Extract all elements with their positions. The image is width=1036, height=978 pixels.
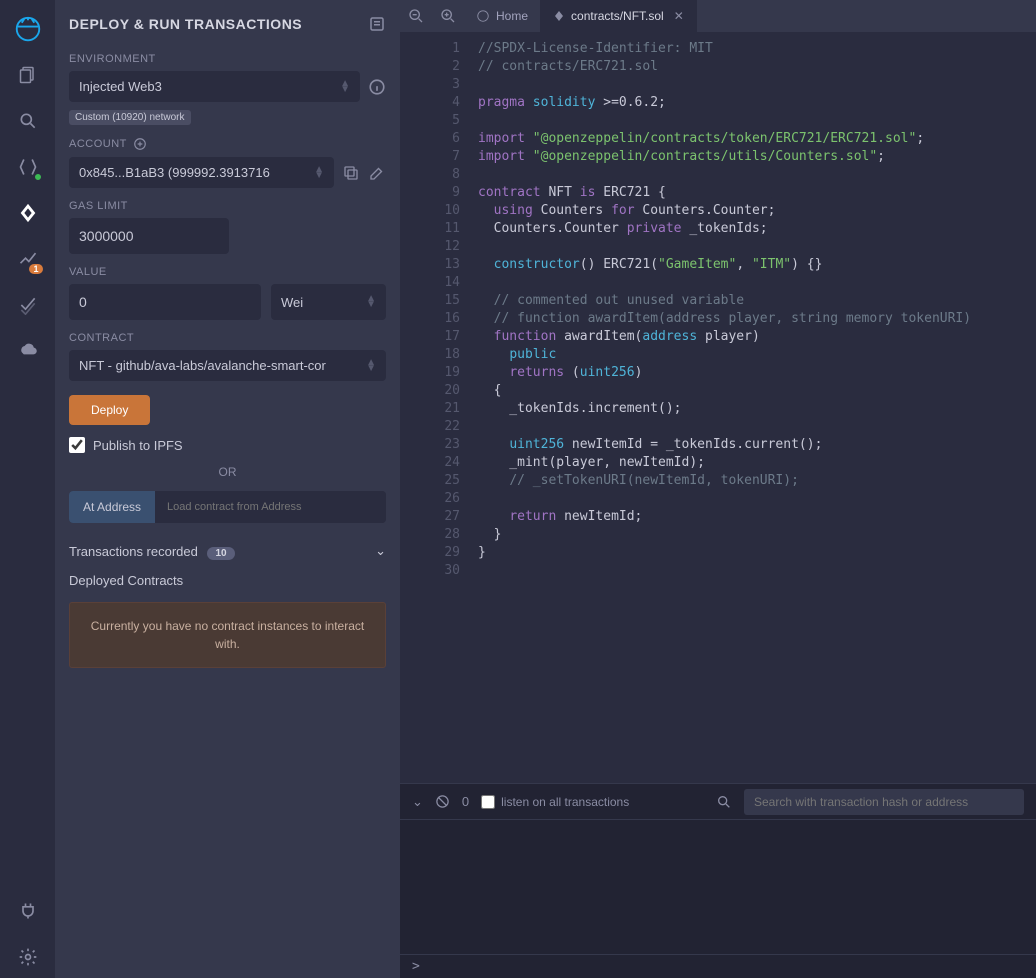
line-gutter: 1234567891011121314151617181920212223242… bbox=[400, 32, 478, 783]
environment-label: ENVIRONMENT bbox=[69, 53, 386, 65]
contract-label: CONTRACT bbox=[69, 332, 386, 344]
tab-file-nft[interactable]: contracts/NFT.sol ✕ bbox=[541, 0, 697, 32]
deployed-contracts-title: Deployed Contracts bbox=[69, 573, 386, 588]
compiler-icon[interactable] bbox=[7, 146, 49, 188]
gas-limit-label: GAS LIMIT bbox=[69, 200, 386, 212]
panel-menu-icon[interactable] bbox=[368, 15, 386, 33]
chevron-updown-icon: ▲▼ bbox=[340, 81, 350, 93]
account-label: ACCOUNT bbox=[69, 138, 127, 150]
value-unit-select[interactable]: Wei ▲▼ bbox=[271, 284, 386, 320]
pending-count: 0 bbox=[462, 794, 469, 809]
settings-icon[interactable] bbox=[7, 936, 49, 978]
value-amount-input[interactable] bbox=[69, 284, 261, 320]
deploy-button[interactable]: Deploy bbox=[69, 395, 150, 425]
terminal-search-input[interactable] bbox=[744, 789, 1024, 815]
publish-ipfs-checkbox[interactable] bbox=[69, 437, 85, 453]
tab-bar: Home contracts/NFT.sol ✕ bbox=[400, 0, 1036, 32]
file-explorer-icon[interactable] bbox=[7, 54, 49, 96]
chevron-updown-icon: ▲▼ bbox=[314, 167, 324, 179]
publish-ipfs-label: Publish to IPFS bbox=[93, 438, 183, 453]
terminal-prompt[interactable]: > bbox=[400, 954, 1036, 978]
compile-success-dot bbox=[33, 172, 43, 182]
deploy-run-icon[interactable] bbox=[7, 192, 49, 234]
edit-icon[interactable] bbox=[368, 164, 386, 182]
chevron-down-icon: ⌄ bbox=[375, 543, 386, 559]
gas-limit-input[interactable] bbox=[69, 218, 229, 254]
zoom-in-icon[interactable] bbox=[432, 0, 464, 32]
plugin-cloud-icon[interactable] bbox=[7, 330, 49, 372]
at-address-button[interactable]: At Address bbox=[69, 491, 155, 523]
copy-icon[interactable] bbox=[342, 164, 360, 182]
transactions-recorded-toggle[interactable]: Transactions recorded 10 ⌄ bbox=[69, 543, 386, 559]
chevron-updown-icon: ▲▼ bbox=[366, 296, 376, 308]
at-address-input[interactable] bbox=[155, 491, 386, 523]
code-editor[interactable]: 1234567891011121314151617181920212223242… bbox=[400, 32, 1036, 783]
plugin-manager-icon[interactable] bbox=[7, 890, 49, 932]
environment-select[interactable]: Injected Web3 ▲▼ bbox=[69, 71, 360, 102]
ban-icon[interactable] bbox=[435, 794, 450, 809]
terminal-output[interactable] bbox=[400, 820, 1036, 954]
tab-home[interactable]: Home bbox=[464, 0, 541, 32]
value-label: VALUE bbox=[69, 266, 386, 278]
search-icon[interactable] bbox=[716, 794, 732, 810]
terminal-collapse-icon[interactable]: ⌄ bbox=[412, 794, 423, 810]
listen-all-checkbox[interactable] bbox=[481, 795, 495, 809]
no-instances-warning: Currently you have no contract instances… bbox=[69, 602, 386, 668]
icon-sidebar: 1 bbox=[0, 0, 55, 978]
info-icon[interactable] bbox=[368, 78, 386, 96]
terminal-panel: ⌄ 0 listen on all transactions > bbox=[400, 783, 1036, 978]
close-icon[interactable]: ✕ bbox=[674, 9, 684, 23]
or-separator: OR bbox=[69, 465, 386, 479]
notification-badge: 1 bbox=[29, 264, 42, 274]
main-area: Home contracts/NFT.sol ✕ 123456789101112… bbox=[400, 0, 1036, 978]
remix-logo-icon[interactable] bbox=[7, 8, 49, 50]
panel-title: DEPLOY & RUN TRANSACTIONS bbox=[69, 16, 302, 32]
code-content: //SPDX-License-Identifier: MIT// contrac… bbox=[478, 32, 971, 783]
zoom-out-icon[interactable] bbox=[400, 0, 432, 32]
deploy-run-panel: DEPLOY & RUN TRANSACTIONS ENVIRONMENT In… bbox=[55, 0, 400, 978]
contract-select[interactable]: NFT - github/ava-labs/avalanche-smart-co… bbox=[69, 350, 386, 381]
analysis-icon[interactable] bbox=[7, 284, 49, 326]
plus-circle-icon[interactable] bbox=[133, 137, 147, 151]
chevron-updown-icon: ▲▼ bbox=[366, 360, 376, 372]
tx-count-badge: 10 bbox=[207, 547, 234, 560]
debugger-icon[interactable]: 1 bbox=[7, 238, 49, 280]
network-badge: Custom (10920) network bbox=[69, 110, 191, 125]
search-icon[interactable] bbox=[7, 100, 49, 142]
account-select[interactable]: 0x845...B1aB3 (999992.3913716 ▲▼ bbox=[69, 157, 334, 188]
